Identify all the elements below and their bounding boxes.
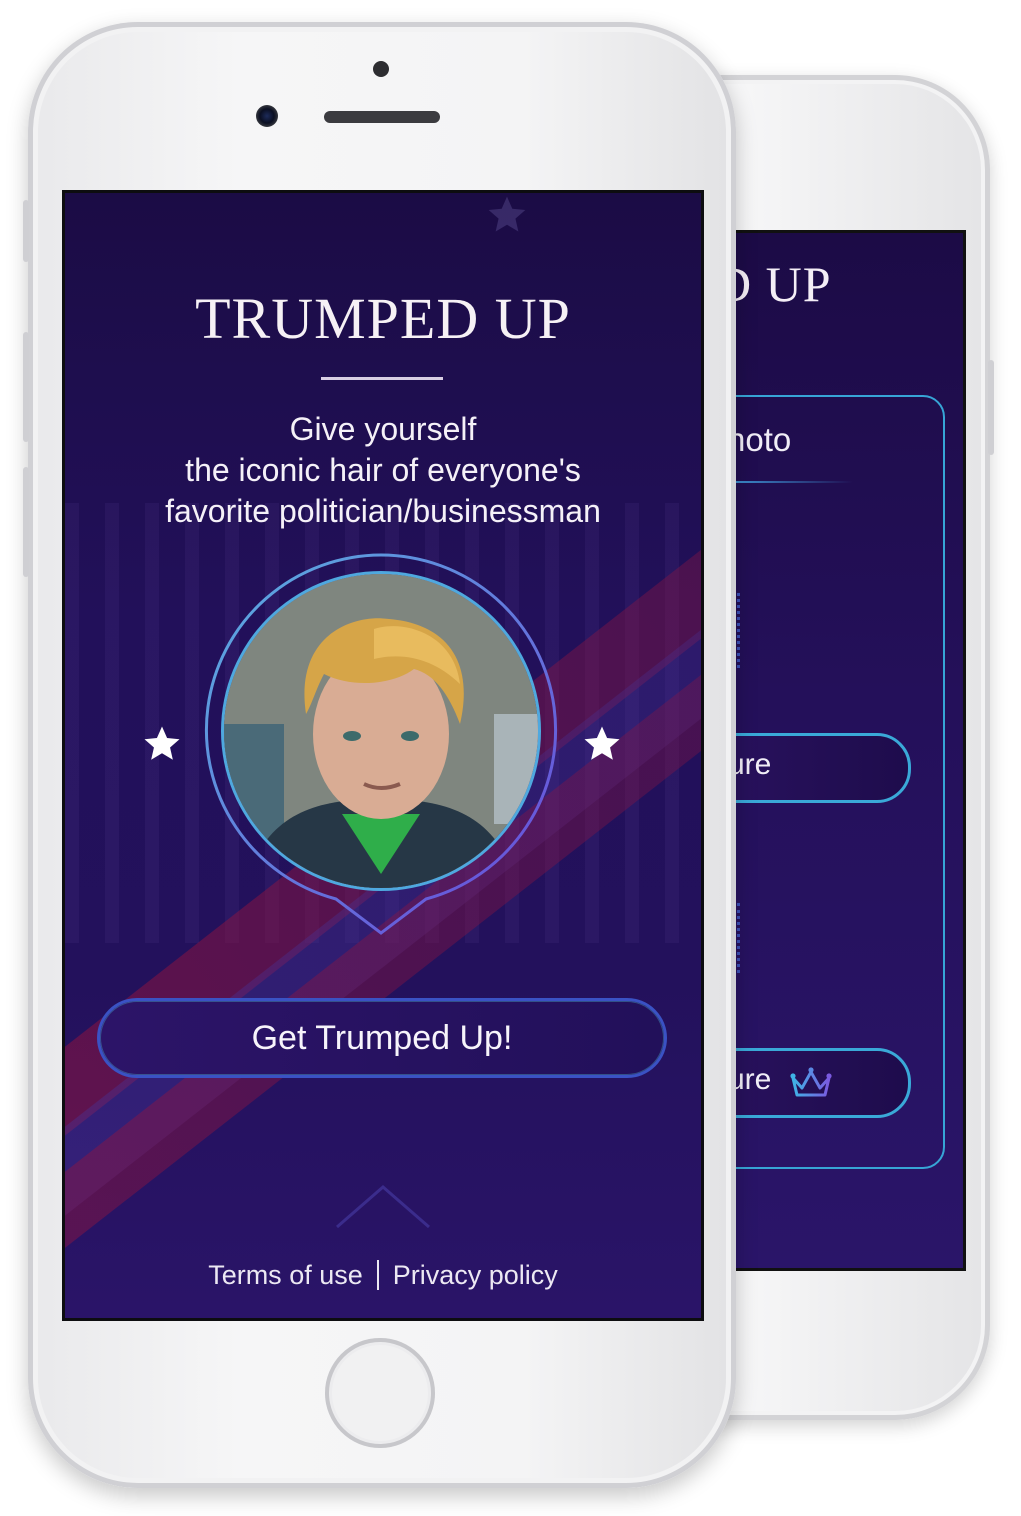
app-title: TRUMPED UP: [195, 286, 571, 351]
tagline-line-2: the iconic hair of everyone's: [185, 452, 581, 488]
front-camera-icon: [256, 105, 278, 127]
background-star-icon: [488, 196, 526, 232]
back-phone-screen: D UP hoto ure ure: [730, 230, 966, 1271]
avatar-portrait: [224, 574, 538, 888]
back-screen-title: D UP: [733, 256, 832, 312]
front-phone-volume-down: [23, 332, 29, 442]
earpiece-speaker: [324, 111, 440, 123]
back-screen-card-label: hoto: [730, 421, 792, 458]
title-divider: [321, 377, 443, 380]
footer-separator: [376, 1260, 379, 1290]
avatar-photo[interactable]: [224, 574, 538, 888]
back-screen-button-2-label: ure: [730, 1063, 772, 1096]
right-star-icon: [584, 726, 620, 760]
proximity-sensor: [373, 61, 389, 77]
home-button[interactable]: [325, 1338, 435, 1448]
front-phone-volume-up: [23, 200, 29, 262]
tagline-line-3: favorite politician/businessman: [165, 493, 601, 529]
app-screen: TRUMPED UP Give yourself the iconic hair…: [62, 190, 704, 1321]
back-screen-dotted-line: [737, 903, 743, 973]
chevron-up-icon[interactable]: [333, 1181, 433, 1231]
privacy-policy-link[interactable]: Privacy policy: [393, 1260, 558, 1290]
back-phone-side-button: [988, 360, 994, 455]
back-screen-button-1-label: ure: [730, 748, 772, 781]
crown-icon: [790, 1067, 832, 1102]
back-screen-dotted-line: [737, 593, 743, 668]
get-trumped-up-label: Get Trumped Up!: [251, 1019, 513, 1057]
front-phone-mute: [23, 467, 29, 577]
left-star-icon: [144, 726, 180, 760]
get-trumped-up-button[interactable]: Get Trumped Up!: [97, 998, 667, 1078]
footer-links: Terms of use Privacy policy: [65, 1260, 701, 1291]
front-phone: TRUMPED UP Give yourself the iconic hair…: [23, 22, 736, 1488]
terms-of-use-link[interactable]: Terms of use: [208, 1260, 363, 1290]
tagline-line-1: Give yourself: [289, 411, 477, 447]
back-screen-divider: [733, 481, 853, 483]
